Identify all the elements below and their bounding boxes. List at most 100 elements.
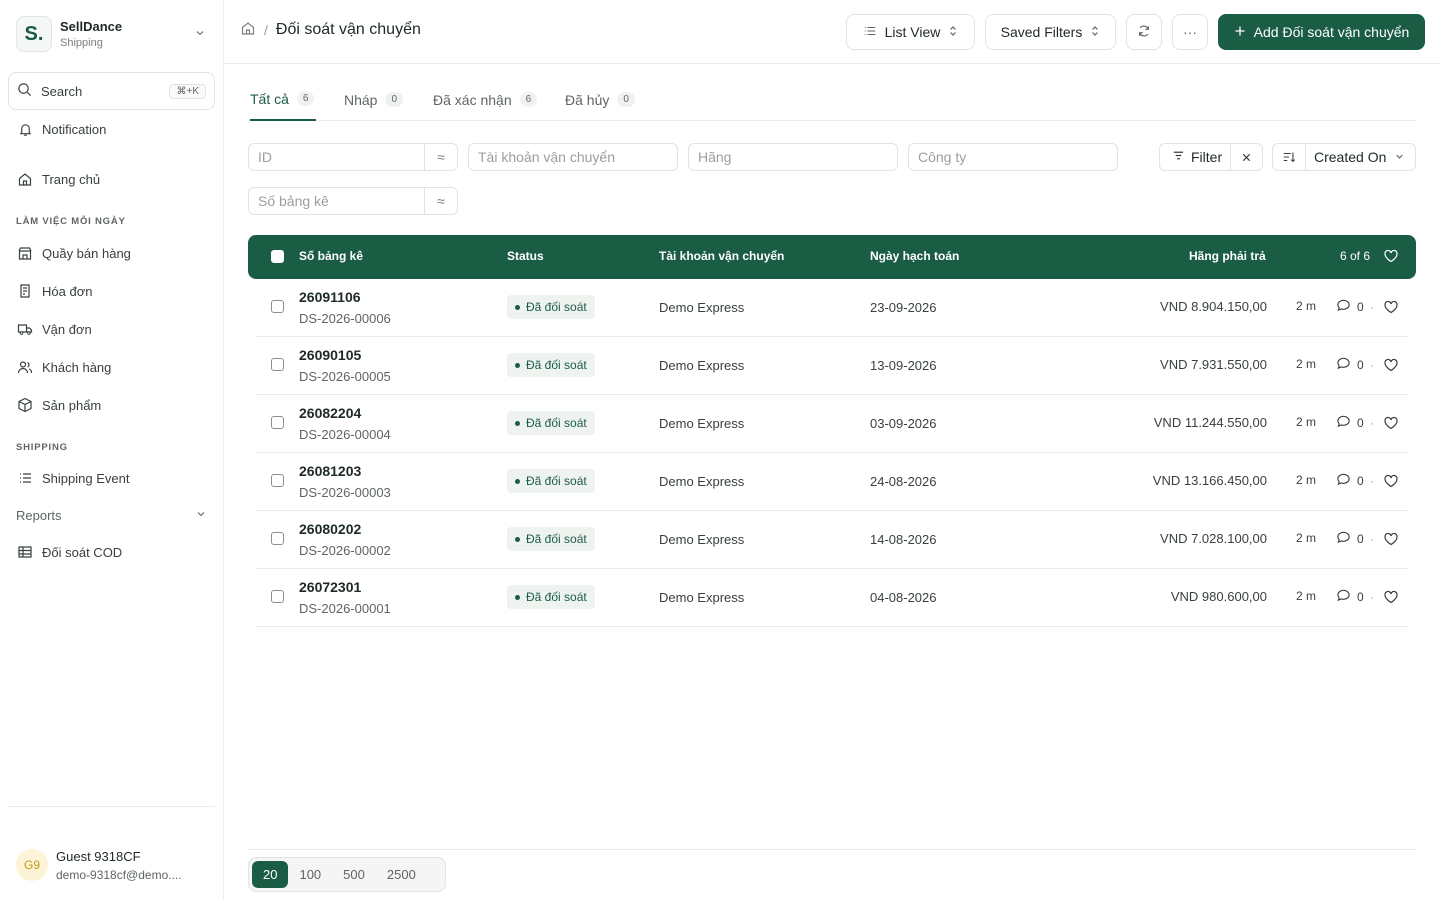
modified-age: 2 m bbox=[1296, 473, 1317, 487]
approx-operator-icon[interactable]: ≈ bbox=[424, 144, 457, 170]
tab-cancelled[interactable]: Đã hủy 0 bbox=[565, 78, 635, 121]
row-checkbox[interactable] bbox=[271, 358, 284, 371]
sidebar-item-invoice[interactable]: Hóa đơn bbox=[8, 276, 215, 306]
row-checkbox[interactable] bbox=[271, 474, 284, 487]
page-size-500[interactable]: 500 bbox=[332, 861, 376, 888]
more-button[interactable]: ··· bbox=[1172, 14, 1208, 50]
column-account[interactable]: Tài khoản vận chuyển bbox=[659, 249, 784, 263]
search-button[interactable]: Search ⌘+K bbox=[8, 72, 215, 110]
page-size-20[interactable]: 20 bbox=[252, 861, 289, 888]
status-dot bbox=[515, 594, 520, 600]
page-size-2500[interactable]: 2500 bbox=[376, 861, 427, 888]
sidebar-item-label: Quầy bán hàng bbox=[42, 245, 131, 261]
sidebar-item-pos[interactable]: Quầy bán hàng bbox=[8, 238, 215, 268]
saved-filters-button[interactable]: Saved Filters bbox=[985, 14, 1116, 50]
column-statement[interactable]: Số bảng kê bbox=[299, 249, 363, 263]
list-view-button[interactable]: List View bbox=[846, 14, 975, 50]
approx-operator-icon[interactable]: ≈ bbox=[424, 188, 457, 214]
row-comments[interactable]: 0 · bbox=[1336, 356, 1374, 374]
statement-id[interactable]: 26082204 bbox=[299, 405, 361, 421]
select-all-checkbox[interactable] bbox=[271, 250, 284, 263]
table-row[interactable]: 26072301 DS-2026-00001 Đã đối soát Demo Exp… bbox=[256, 569, 1408, 627]
heart-icon[interactable] bbox=[1383, 357, 1399, 376]
sidebar-item-cod[interactable]: Đối soát COD bbox=[8, 537, 215, 567]
brand-name: SellDance bbox=[60, 19, 123, 34]
heart-icon[interactable] bbox=[1383, 473, 1399, 492]
account-cell: Demo Express bbox=[659, 590, 745, 605]
status-badge: Đã đối soát bbox=[507, 585, 595, 609]
sidebar-item-shipment[interactable]: Vận đơn bbox=[8, 314, 215, 344]
clear-filter-icon[interactable] bbox=[1231, 152, 1262, 163]
heart-icon[interactable] bbox=[1383, 531, 1399, 550]
status-dot bbox=[515, 304, 520, 310]
meta-separator: · bbox=[1369, 358, 1374, 372]
row-checkbox[interactable] bbox=[271, 590, 284, 603]
status-badge: Đã đối soát bbox=[507, 469, 595, 493]
table-row[interactable]: 26091106 DS-2026-00006 Đã đối soát Demo Exp… bbox=[256, 279, 1408, 337]
tab-all[interactable]: Tất cả 6 bbox=[250, 78, 317, 121]
sidebar-item-shipping-event[interactable]: Shipping Event bbox=[8, 463, 215, 493]
tab-label: Nháp bbox=[344, 91, 378, 108]
status-label: Đã đối soát bbox=[526, 532, 587, 546]
filter-button[interactable]: Filter bbox=[1159, 143, 1263, 171]
page-title: Đối soát vận chuyển bbox=[275, 20, 421, 38]
list-icon bbox=[16, 469, 34, 487]
company-filter[interactable]: Công ty bbox=[908, 143, 1118, 171]
row-checkbox[interactable] bbox=[271, 416, 284, 429]
row-comments[interactable]: 0 · bbox=[1336, 530, 1374, 548]
row-comments[interactable]: 0 · bbox=[1336, 414, 1374, 432]
home-icon bbox=[16, 170, 34, 188]
row-comments[interactable]: 0 · bbox=[1336, 588, 1374, 606]
heart-icon[interactable] bbox=[1383, 415, 1399, 434]
statement-code: DS-2026-00005 bbox=[299, 369, 391, 384]
status-label: Đã đối soát bbox=[526, 590, 587, 604]
heart-icon[interactable] bbox=[1383, 589, 1399, 608]
heart-icon[interactable] bbox=[1383, 248, 1399, 267]
comment-icon bbox=[1336, 530, 1351, 548]
statement-id[interactable]: 26091106 bbox=[299, 289, 361, 305]
search-shortcut: ⌘+K bbox=[169, 83, 206, 99]
table-row[interactable]: 26081203 DS-2026-00003 Đã đối soát Demo Exp… bbox=[256, 453, 1408, 511]
filter-open[interactable]: Filter bbox=[1160, 144, 1232, 170]
home-icon[interactable] bbox=[240, 20, 256, 39]
tab-draft[interactable]: Nháp 0 bbox=[344, 78, 404, 121]
statement-filter[interactable]: Số bảng kê ≈ bbox=[248, 187, 458, 215]
statement-code: DS-2026-00002 bbox=[299, 543, 391, 558]
table-row[interactable]: 26090105 DS-2026-00005 Đã đối soát Demo Exp… bbox=[256, 337, 1408, 395]
sort-control[interactable]: Created On bbox=[1272, 143, 1416, 171]
id-filter[interactable]: ID ≈ bbox=[248, 143, 458, 171]
tab-confirmed[interactable]: Đã xác nhận 6 bbox=[433, 78, 538, 121]
column-amount[interactable]: Hãng phải trả bbox=[1189, 249, 1266, 263]
column-status[interactable]: Status bbox=[507, 249, 544, 263]
column-date[interactable]: Ngày hạch toán bbox=[870, 249, 959, 263]
sidebar-item-notification[interactable]: Notification bbox=[8, 114, 215, 144]
heart-icon[interactable] bbox=[1383, 299, 1399, 318]
statement-id[interactable]: 26081203 bbox=[299, 463, 361, 479]
table-row[interactable]: 26080202 DS-2026-00002 Đã đối soát Demo Exp… bbox=[256, 511, 1408, 569]
comment-count: 0 bbox=[1357, 300, 1364, 314]
chevron-down-icon bbox=[1394, 149, 1415, 165]
amount-cell: VND 11.244.550,00 bbox=[1153, 415, 1267, 430]
row-comments[interactable]: 0 · bbox=[1336, 298, 1374, 316]
statement-id[interactable]: 26080202 bbox=[299, 521, 361, 537]
user-menu[interactable]: G9 Guest 9318CF demo-9318cf@demo.... bbox=[8, 840, 215, 890]
sidebar-divider bbox=[8, 806, 215, 807]
sort-direction-icon[interactable] bbox=[1273, 144, 1306, 170]
sidebar-item-home[interactable]: Trang chủ bbox=[8, 164, 215, 194]
status-dot bbox=[515, 478, 520, 484]
row-checkbox[interactable] bbox=[271, 532, 284, 545]
sidebar-item-products[interactable]: Sản phẩm bbox=[8, 390, 215, 420]
sidebar-group-reports[interactable]: Reports bbox=[8, 500, 215, 530]
refresh-button[interactable] bbox=[1126, 14, 1162, 50]
sidebar-item-customers[interactable]: Khách hàng bbox=[8, 352, 215, 382]
statement-id[interactable]: 26090105 bbox=[299, 347, 361, 363]
account-filter[interactable]: Tài khoản vận chuyển bbox=[468, 143, 678, 171]
page-size-100[interactable]: 100 bbox=[288, 861, 332, 888]
row-comments[interactable]: 0 · bbox=[1336, 472, 1374, 490]
table-row[interactable]: 26082204 DS-2026-00004 Đã đối soát Demo Exp… bbox=[256, 395, 1408, 453]
carrier-filter[interactable]: Hãng bbox=[688, 143, 898, 171]
row-checkbox[interactable] bbox=[271, 300, 284, 313]
add-reconciliation-button[interactable]: Add Đối soát vận chuyển bbox=[1218, 14, 1425, 50]
brand-switcher[interactable]: S. SellDance Shipping bbox=[8, 10, 214, 58]
statement-id[interactable]: 26072301 bbox=[299, 579, 361, 595]
